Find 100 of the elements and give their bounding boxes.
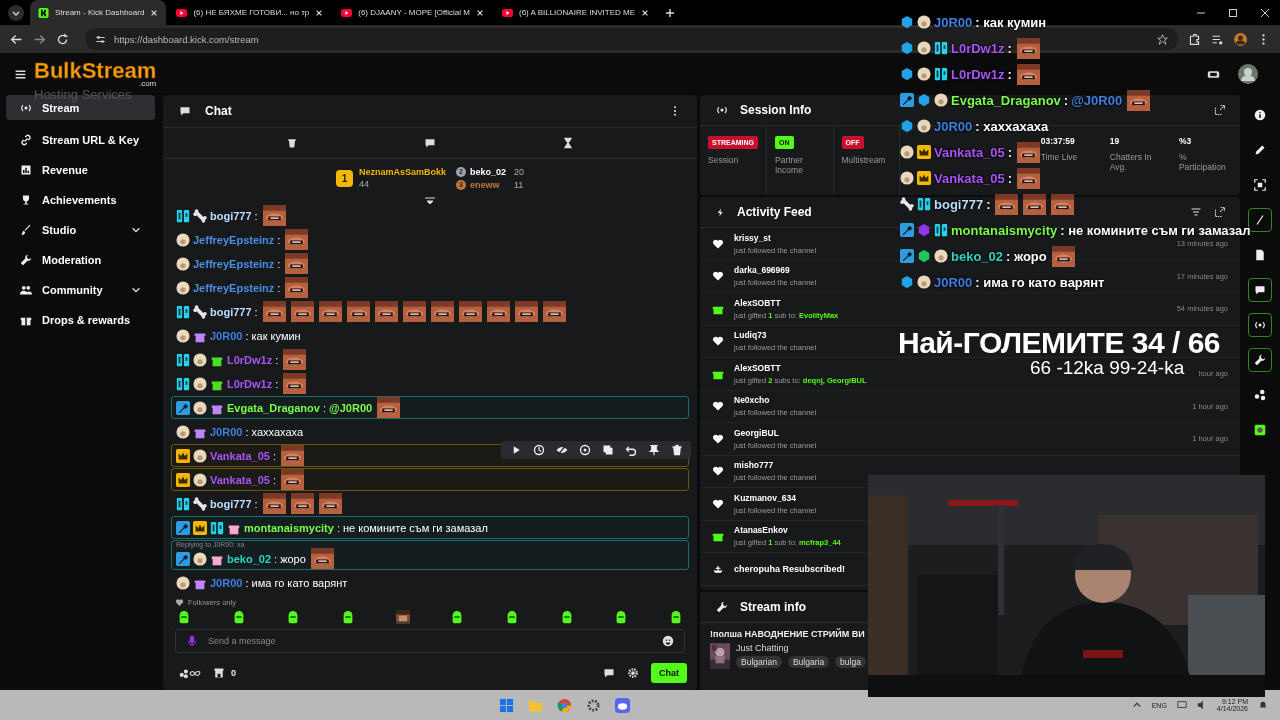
rail-button[interactable] xyxy=(1248,348,1272,372)
stat-label: Time Live xyxy=(1040,152,1079,162)
store-icon[interactable] xyxy=(213,667,225,679)
username[interactable]: J0R00 xyxy=(210,425,243,438)
wrench-icon xyxy=(716,601,728,613)
avatar-icon[interactable] xyxy=(1234,32,1247,46)
username[interactable]: JeffreyEpsteinz xyxy=(193,257,275,270)
browser-tab[interactable]: Stream - Kick Dashboard xyxy=(30,0,167,25)
close-icon[interactable] xyxy=(1260,7,1270,18)
og-badge-icon xyxy=(176,208,190,223)
message-box[interactable]: Send a message xyxy=(175,629,685,653)
settings-icon[interactable] xyxy=(627,667,639,679)
close-icon[interactable] xyxy=(315,8,324,17)
og-badge-icon xyxy=(917,197,931,211)
browser-icon[interactable] xyxy=(557,697,573,713)
username[interactable]: bogi777 xyxy=(210,209,252,222)
username[interactable]: bogi777 xyxy=(210,305,252,318)
network-icon[interactable] xyxy=(1176,700,1187,710)
logo-text: BulkStream xyxy=(34,60,157,82)
username[interactable]: Evgata_Draganov xyxy=(227,401,320,414)
rail-button[interactable] xyxy=(1248,278,1272,302)
username[interactable]: L0rDw1z xyxy=(227,353,273,366)
stat-label: % Participation xyxy=(1178,152,1227,172)
sidebar-item[interactable]: Revenue xyxy=(6,155,155,185)
app-icon xyxy=(1254,424,1266,436)
overlay-username: J0R00 xyxy=(934,118,973,134)
emote-icon[interactable] xyxy=(177,610,191,624)
overlay-username: L0rDw1z xyxy=(951,66,1005,82)
maximize-icon[interactable] xyxy=(1228,7,1238,18)
message-field[interactable]: Send a message xyxy=(206,635,654,647)
browser-tab[interactable]: (6) A BILLIONAIRE INVITED ME xyxy=(494,0,657,25)
star-icon[interactable] xyxy=(1157,33,1168,45)
overlay-message-text: : xyxy=(1063,92,1069,108)
broadcast-icon xyxy=(716,104,728,116)
username[interactable]: Vankata_05 xyxy=(210,449,270,462)
sidebar-item[interactable]: Stream URL & Key xyxy=(6,125,155,155)
overlay-subline: 66 -12ka 99-24-ka xyxy=(1030,358,1185,377)
feed-username: misho777 xyxy=(734,460,775,471)
username[interactable]: montanaismycity xyxy=(244,521,334,534)
rail-button[interactable] xyxy=(1248,313,1272,337)
username[interactable]: L0rDw1z xyxy=(227,377,273,390)
extensions-icon[interactable] xyxy=(1188,32,1201,46)
username[interactable]: beko_02 xyxy=(227,552,272,565)
overlay-message-text: : xyxy=(986,196,991,212)
filter-icon[interactable] xyxy=(1190,206,1202,218)
back-icon[interactable] xyxy=(10,32,23,46)
chevron-up-icon[interactable] xyxy=(1131,700,1142,710)
browser-tab[interactable]: (6) НЕ БЯХМЕ ГОТОВИ... но тр xyxy=(168,0,332,25)
close-icon[interactable] xyxy=(641,8,649,17)
new-tab-icon[interactable] xyxy=(665,7,675,18)
nodes-infinity-icon[interactable] xyxy=(179,667,201,679)
pop-out-icon[interactable] xyxy=(1214,104,1226,116)
leader-name: eneww xyxy=(470,179,501,190)
feed-username: GeorgiBUL xyxy=(734,427,780,438)
sidebar-item[interactable]: Community xyxy=(6,275,155,305)
forward-icon[interactable] xyxy=(33,32,46,46)
emoji-icon[interactable] xyxy=(662,635,674,647)
username[interactable]: JeffreyEpsteinz xyxy=(193,281,275,294)
feed-username: krissy_st xyxy=(734,232,772,243)
close-icon[interactable] xyxy=(476,8,484,17)
close-icon[interactable] xyxy=(150,8,159,17)
sidebar-item[interactable]: Drops & rewards xyxy=(6,305,155,335)
site-settings-icon xyxy=(95,33,106,45)
avatar[interactable] xyxy=(1238,64,1258,84)
heart-icon xyxy=(175,597,184,607)
username[interactable]: bogi777 xyxy=(210,497,252,510)
play-logo-icon xyxy=(176,7,188,18)
tag[interactable]: Bulgaria xyxy=(787,656,830,668)
trash-icon[interactable] xyxy=(286,137,298,149)
username[interactable]: JeffreyEpsteinz xyxy=(193,233,275,246)
tag[interactable]: bulga xyxy=(835,656,866,668)
sidebar-item[interactable]: Achievements xyxy=(6,185,155,215)
bell-icon[interactable] xyxy=(1258,700,1268,710)
browser-tab[interactable]: (6) DJAANY - МОРЕ [Official M xyxy=(333,0,492,25)
hammer-icon xyxy=(176,400,190,415)
overlay-username: beko_02 xyxy=(951,248,1004,264)
sidebar-item[interactable]: Studio xyxy=(6,215,155,245)
username[interactable]: J0R00 xyxy=(210,576,243,589)
tag[interactable]: Bulgarian xyxy=(736,656,782,668)
chat-button[interactable]: Chat xyxy=(651,663,687,683)
category-name[interactable]: Just Chatting xyxy=(736,643,866,653)
caret-icon[interactable] xyxy=(8,4,24,21)
overlay-username: montanaismycity xyxy=(951,222,1058,238)
username[interactable]: Vankata_05 xyxy=(210,473,270,486)
chat-icon xyxy=(1254,284,1266,296)
hammer-icon xyxy=(176,520,190,535)
mention[interactable]: @J0R00 xyxy=(329,401,373,414)
hourglass-icon[interactable] xyxy=(562,137,574,149)
chat-icon[interactable] xyxy=(424,137,436,149)
pop-out-icon[interactable] xyxy=(1214,206,1226,218)
microphone-icon[interactable] xyxy=(186,635,198,647)
scroll-down-icon[interactable] xyxy=(424,197,436,205)
reload-icon[interactable] xyxy=(56,32,69,46)
rail-button[interactable] xyxy=(1248,208,1272,232)
sidebar-item[interactable]: Moderation xyxy=(6,245,155,275)
username[interactable]: J0R00 xyxy=(210,329,243,342)
chat-icon[interactable] xyxy=(603,667,615,679)
stat-label: Partner Income xyxy=(775,155,804,175)
gear-icon[interactable] xyxy=(586,697,602,713)
chevron-down-icon xyxy=(131,225,141,235)
